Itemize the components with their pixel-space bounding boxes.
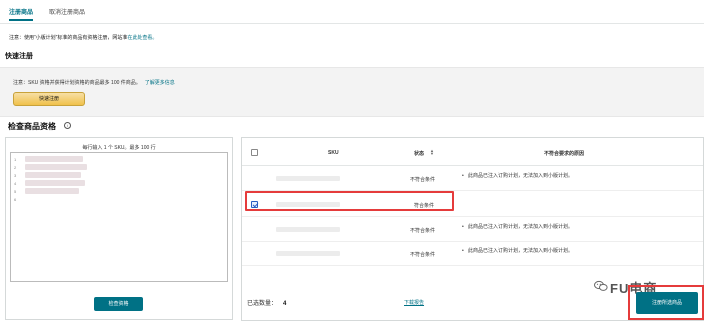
table-row: 不符合条件 此商品已注入订购计划，无法加入到小版计划。 [242,218,703,242]
table-row: 不符合条件 此商品已注入订购计划，无法加入到小版计划。 [242,242,703,266]
column-header-status[interactable]: 状态 [414,150,424,157]
redacted-sku [276,251,340,256]
notice-link[interactable]: 在此处查看。 [127,35,157,41]
redacted-sku [25,180,85,186]
quick-register-button[interactable]: 快速注册 [13,92,85,106]
status-text: 不符合条件 [410,177,436,183]
line-number: 6 [14,197,17,202]
learn-more-link[interactable]: 了解更多信息 [145,80,175,86]
line-number: 4 [14,181,17,186]
line-number: 2 [14,165,17,170]
selected-count: 已选数量： 4 [247,298,286,307]
notice-text: 注意：使用“小版计划”标准的商品有资格注册，网站准在此处查看。 [9,34,157,41]
wechat-icon [594,280,608,291]
sku-textarea[interactable]: 1 2 3 4 5 6 [10,152,228,282]
status-text: 不符合条件 [410,252,436,258]
reasons-list: 此商品已注入订购计划，无法加入到小版计划。 [462,224,573,231]
reason-item: 此商品已注入订购计划，无法加入到小版计划。 [462,248,573,255]
quick-register-title: 快速注册 [5,53,33,60]
tab-register-products[interactable]: 注册商品 [9,7,34,21]
redacted-sku [25,172,81,178]
table-row: 不符合条件 此商品已注入订购计划，无法加入到小版计划。 [242,167,703,191]
register-button-highlight [628,285,704,320]
sku-input-panel: 每行输入 1 个 SKU。最多 100 行 1 2 3 4 5 6 检查资格 [5,137,233,320]
quick-register-panel: 注意：SKU 资格并获得计划资格的商品最多 100 件商品。 了解更多信息 快速注… [0,67,704,117]
line-numbers: 1 2 3 4 5 6 [14,156,16,204]
selected-count-value: 4 [283,301,287,307]
redacted-sku [25,188,79,194]
tab-unregister-products[interactable]: 取消注册商品 [49,7,85,16]
sort-icon[interactable]: ▲ ▼ [430,149,434,156]
redacted-sku [25,156,83,162]
reasons-list: 此商品已注入订购计划，无法加入到小版计划。 [462,173,573,180]
redacted-sku [25,164,87,170]
quick-register-desc-text: 注意：SKU 资格并获得计划资格的商品最多 100 件商品。 [13,80,141,86]
line-number: 5 [14,189,17,194]
table-header: SKU 状态 ▲ ▼ 不符合要求的原因 [242,138,703,166]
notice-body: 注意：使用“小版计划”标准的商品有资格注册，网站准 [9,35,128,41]
sku-input-hint: 每行输入 1 个 SKU。最多 100 行 [82,145,156,151]
selected-count-label: 已选数量： [247,301,278,307]
status-text: 不符合条件 [410,228,436,234]
quick-register-description: 注意：SKU 资格并获得计划资格的商品最多 100 件商品。 了解更多信息 [13,79,175,86]
reasons-list: 此商品已注入订购计划，无法加入到小版计划。 [462,248,573,255]
info-icon[interactable]: i [64,122,71,129]
eligible-row-highlight [245,191,454,211]
column-header-reasons: 不符合要求的原因 [544,151,585,157]
reason-item: 此商品已注入订购计划，无法加入到小版计划。 [462,173,573,180]
check-eligibility-button[interactable]: 检查资格 [94,297,143,311]
select-all-checkbox[interactable] [251,149,258,156]
redacted-sku [276,176,340,181]
column-header-sku: SKU [328,150,339,156]
redacted-sku [276,227,340,232]
line-number: 1 [14,157,17,162]
line-number: 3 [14,173,17,178]
tab-bar: 注册商品 取消注册商品 [0,0,704,24]
check-eligibility-title: 检查商品资格 [8,122,56,131]
download-report-link[interactable]: 下载报告 [404,299,424,306]
reason-item: 此商品已注入订购计划，无法加入到小版计划。 [462,224,573,231]
